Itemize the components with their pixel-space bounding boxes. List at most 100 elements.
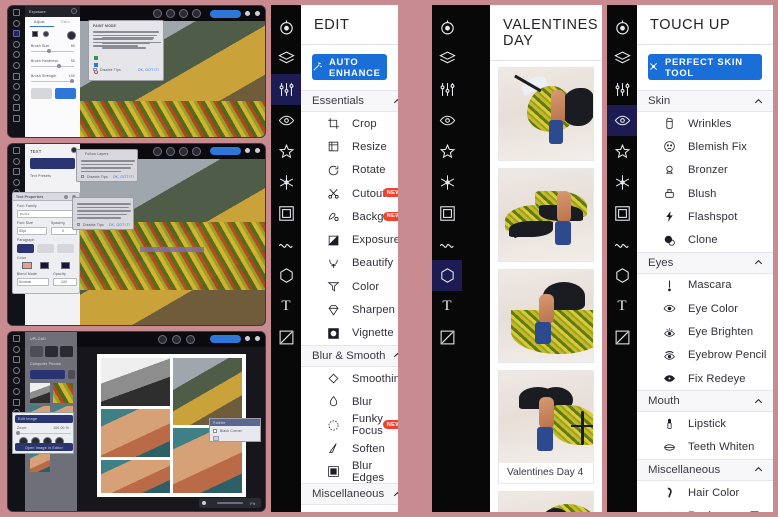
photo-thumb[interactable] bbox=[30, 383, 50, 403]
tool-row-reshape[interactable]: Reshape bbox=[637, 504, 773, 512]
brush-swatch-dark[interactable] bbox=[32, 31, 38, 37]
photo-thumb[interactable] bbox=[30, 452, 50, 472]
tab-paint[interactable]: Paint bbox=[61, 20, 70, 24]
tool-row-flashspot[interactable]: Flashspot bbox=[637, 205, 773, 228]
photo-grid-toggle[interactable] bbox=[68, 370, 75, 379]
settings-gear-icon[interactable] bbox=[245, 11, 250, 16]
polygon-icon[interactable] bbox=[13, 93, 20, 101]
tool-row-crop[interactable]: Crop bbox=[301, 112, 398, 135]
tool-row-eyebrow-pencil[interactable]: Eyebrow Pencil bbox=[637, 344, 773, 367]
tool-row-blur[interactable]: Blur bbox=[301, 390, 398, 413]
toolbar-edit-icon[interactable] bbox=[158, 335, 167, 344]
brush-size-slider[interactable] bbox=[31, 51, 74, 53]
logo-icon[interactable] bbox=[271, 12, 301, 43]
tab-adjust[interactable]: Adjust bbox=[34, 20, 45, 24]
tool-row-color[interactable]: Color bbox=[301, 275, 398, 298]
layers-icon[interactable] bbox=[271, 43, 301, 74]
graphic-thumbnail[interactable] bbox=[498, 491, 594, 512]
layers-icon[interactable] bbox=[607, 43, 637, 74]
collage-upload-screenshot[interactable]: UPLOAD Computer Photos Edit Image Zoom 1… bbox=[7, 331, 266, 512]
collage-cell[interactable] bbox=[101, 409, 170, 457]
collapse-chevron-icon[interactable] bbox=[753, 396, 764, 407]
section-header-eyes[interactable]: Eyes bbox=[637, 251, 773, 274]
tool-row-soften[interactable]: Soften bbox=[301, 437, 398, 460]
tool-row-bronzer[interactable]: Bronzer bbox=[637, 159, 773, 182]
sliders-icon[interactable] bbox=[271, 74, 301, 105]
section-header-blur-smooth[interactable]: Blur & Smooth bbox=[301, 344, 398, 367]
tool-row-exposure[interactable]: Exposure bbox=[301, 228, 398, 251]
brush-strength-knob[interactable] bbox=[70, 79, 74, 84]
tool-row-beautify[interactable]: Beautify bbox=[301, 252, 398, 275]
star-icon[interactable] bbox=[13, 51, 20, 59]
snowflake-icon[interactable] bbox=[607, 167, 637, 198]
upload-flickr-button[interactable] bbox=[60, 346, 73, 357]
logo-icon[interactable] bbox=[13, 147, 20, 154]
frame-icon[interactable] bbox=[607, 198, 637, 229]
tool-row-resize[interactable]: Resize bbox=[301, 135, 398, 158]
disable-tips-checkbox[interactable] bbox=[81, 175, 84, 178]
collapse-chevron-icon[interactable] bbox=[392, 489, 398, 500]
text-tool-screenshot[interactable]: TEXT Text Presets Text Properties Font F… bbox=[7, 143, 266, 326]
perfect-skin-tool-button[interactable]: PERFECT SKIN TOOL bbox=[648, 54, 762, 80]
graphic-thumbnail[interactable] bbox=[498, 168, 594, 262]
palette-popup[interactable]: Palette Black Corner bbox=[209, 418, 261, 442]
toolbar-save-icon[interactable] bbox=[186, 335, 195, 344]
tool-row-blemish-fix[interactable]: Blemish Fix bbox=[637, 135, 773, 158]
palette-color-swatch[interactable] bbox=[213, 436, 219, 441]
snowflake-icon[interactable] bbox=[432, 167, 462, 198]
align-left-button[interactable] bbox=[17, 244, 34, 253]
logo-icon[interactable] bbox=[13, 9, 20, 16]
logo-icon[interactable] bbox=[607, 12, 637, 43]
brush-reset-icon[interactable] bbox=[67, 31, 76, 40]
wave-icon[interactable] bbox=[271, 229, 301, 260]
tool-row-vignette[interactable]: Vignette bbox=[301, 322, 398, 345]
star-icon[interactable] bbox=[607, 136, 637, 167]
eye-icon[interactable] bbox=[13, 40, 20, 48]
polygon-icon[interactable] bbox=[607, 260, 637, 291]
eye-icon[interactable] bbox=[607, 105, 637, 136]
toolbar-undo-icon[interactable] bbox=[153, 9, 162, 18]
eye-icon[interactable] bbox=[432, 105, 462, 136]
brush-hardness-knob[interactable] bbox=[57, 64, 61, 69]
text-icon[interactable]: T bbox=[607, 291, 637, 322]
layers-icon[interactable] bbox=[432, 43, 462, 74]
frame-icon[interactable] bbox=[432, 198, 462, 229]
zoom-slider[interactable] bbox=[17, 433, 71, 435]
tool-row-blush[interactable]: Blush bbox=[637, 182, 773, 205]
layers-icon[interactable] bbox=[13, 157, 20, 165]
eye-icon[interactable] bbox=[13, 366, 20, 374]
section-header-miscellaneous[interactable]: Miscellaneous bbox=[637, 458, 773, 481]
wave-icon[interactable] bbox=[13, 83, 20, 91]
snowflake-icon[interactable] bbox=[13, 61, 20, 69]
snowflake-icon[interactable] bbox=[13, 387, 20, 395]
tool-row-funky-focus[interactable]: Funky Focus NEW bbox=[301, 413, 398, 437]
tool-row-eye-color[interactable]: Eye Color bbox=[637, 297, 773, 320]
tool-row-wrinkles[interactable]: Wrinkles bbox=[637, 112, 773, 135]
text-icon[interactable] bbox=[13, 104, 20, 112]
upload-computer-button[interactable] bbox=[30, 346, 43, 357]
tooltip-ok-button[interactable]: OK, GOT IT! bbox=[138, 68, 159, 72]
collage-cell[interactable] bbox=[173, 358, 242, 425]
tool-row-rotate[interactable]: Rotate bbox=[301, 159, 398, 182]
text-icon[interactable]: T bbox=[432, 291, 462, 322]
brush-size-knob[interactable] bbox=[47, 49, 51, 54]
apply-button[interactable] bbox=[55, 88, 76, 99]
close-icon[interactable] bbox=[255, 148, 260, 153]
tool-row-eye-brighten[interactable]: Eye Brighten bbox=[637, 320, 773, 343]
cancel-button[interactable] bbox=[31, 88, 52, 99]
snowflake-icon[interactable] bbox=[271, 167, 301, 198]
polygon-icon[interactable] bbox=[432, 260, 462, 291]
layers-icon[interactable] bbox=[13, 19, 20, 27]
wave-icon[interactable] bbox=[607, 229, 637, 260]
eye-icon[interactable] bbox=[271, 105, 301, 136]
slash-square-icon[interactable] bbox=[607, 322, 637, 353]
section-header-miscellaneous[interactable]: Miscellaneous bbox=[301, 483, 398, 506]
collapse-chevron-icon[interactable] bbox=[753, 464, 764, 475]
add-text-button[interactable] bbox=[30, 158, 75, 169]
upgrade-button[interactable] bbox=[210, 10, 241, 18]
collapse-chevron-icon[interactable] bbox=[392, 350, 398, 361]
exposure-paint-mode-screenshot[interactable]: Exposure Adjust Paint Brush Size 50 Brus… bbox=[7, 5, 266, 138]
tool-row-tilt[interactable]: Tilt bbox=[301, 505, 398, 512]
exposure-close-icon[interactable] bbox=[71, 8, 77, 14]
toolbar-redo-icon[interactable] bbox=[166, 147, 175, 156]
